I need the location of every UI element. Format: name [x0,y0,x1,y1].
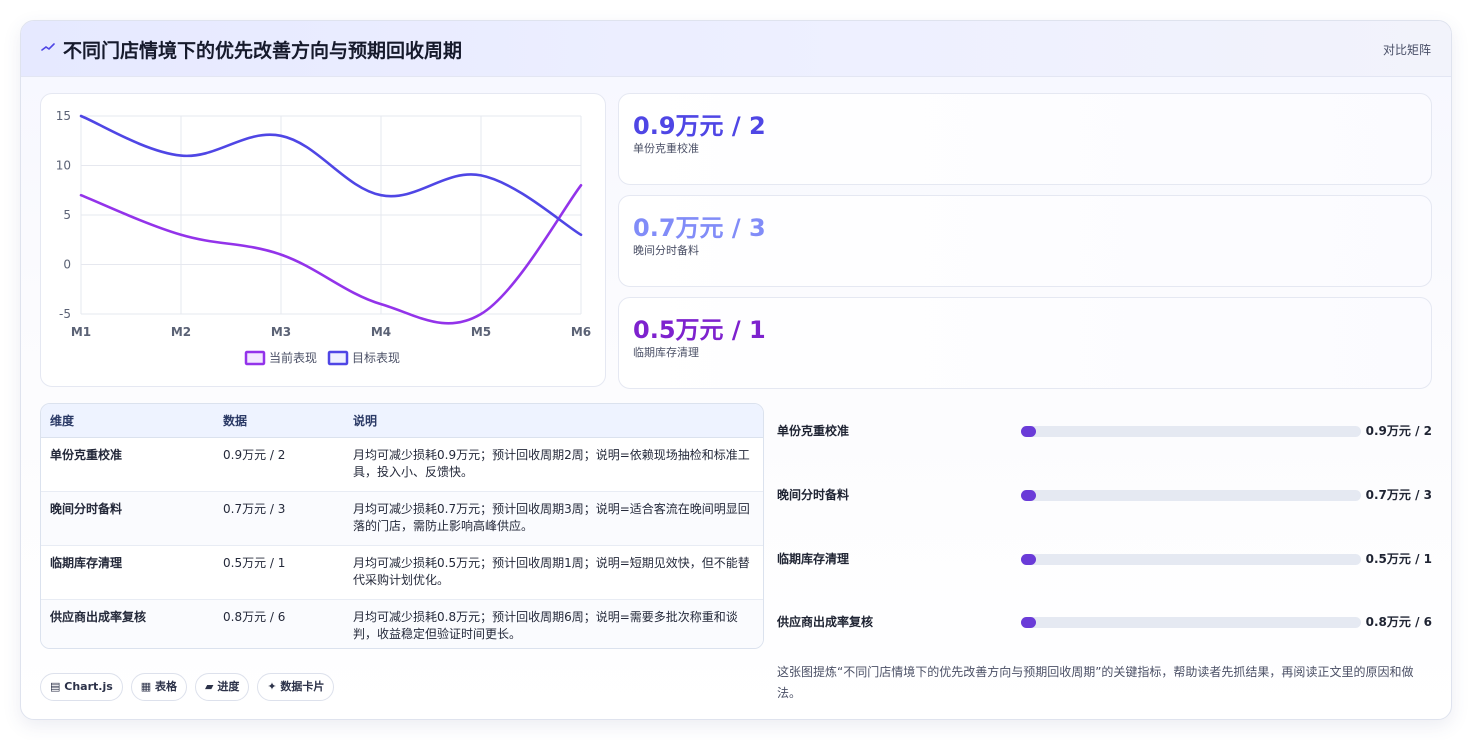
tag-label: 进度 [217,680,240,693]
kpi-value: 0.9万元 / 2 [633,112,766,140]
tag-data-cards[interactable]: ✦ 数据卡片 [257,673,335,701]
progress-track [1021,426,1361,437]
x-tick-label: M5 [471,325,491,339]
cell-description: 月均可减少损耗0.5万元；预计回收周期1周；说明=短期见效快，但不能替代采购计划… [344,545,763,600]
kpi-value: 0.7万元 / 3 [633,214,766,242]
column-header-description: 说明 [344,404,763,438]
cell-data: 0.8万元 / 6 [223,609,286,624]
cell-data: 0.7万元 / 3 [214,491,344,546]
progress-row-supplier-yield: 供应商出成率复核 0.8万元 / 6 [777,611,1432,631]
legend-label: 当前表现 [269,350,317,365]
data-table: 维度 数据 说明 单份克重校准 0.9万元 / 2 月均可减少损耗0.9万元；预… [41,404,763,648]
kpi-label: 临期库存清理 [633,346,699,359]
cell-dimension: 临期库存清理 [41,545,214,600]
page-title: 不同门店情境下的优先改善方向与预期回收周期 [63,40,463,62]
kpi-card-expiring-stock: 0.5万元 / 1 临期库存清理 [618,297,1432,389]
column-header-dimension: 维度 [41,404,214,438]
column-header-data: 数据 [214,404,344,438]
panel-header: 不同门店情境下的优先改善方向与预期回收周期 对比矩阵 [21,21,1451,77]
kpi-label: 单份克重校准 [633,142,699,155]
progress-track [1021,617,1361,628]
y-tick-label: 0 [63,258,71,272]
cell-dimension: 单份克重校准 [41,437,214,492]
cell-dimension: 晚间分时备料 [41,491,214,546]
progress-fill [1021,617,1037,628]
progress-row-evening-prep: 晚间分时备料 0.7万元 / 3 [777,484,1432,504]
legend-swatch [327,350,349,366]
progress-value: 0.5万元 / 1 [1365,552,1432,566]
kpi-label: 晚间分时备料 [633,244,699,257]
tag-chartjs[interactable]: ▤ Chart.js [40,673,123,701]
table-row: 临期库存清理 0.5万元 / 1 月均可减少损耗0.5万元；预计回收周期1周；说… [41,545,763,600]
progress-row-expiring-stock: 临期库存清理 0.5万元 / 1 [777,548,1432,568]
table-icon: ▦ [140,680,152,693]
progress-value: 0.9万元 / 2 [1365,424,1432,438]
chart-icon: ▤ [50,680,61,693]
tag-label: Chart.js [64,680,113,693]
summary-text: 这张图提炼“不同门店情境下的优先改善方向与预期回收周期”的关键指标，帮助读者先抓… [777,665,1414,700]
y-tick-label: 10 [56,159,71,173]
progress-track [1021,554,1361,565]
table-row: 单份克重校准 0.9万元 / 2 月均可减少损耗0.9万元；预计回收周期2周；说… [41,437,763,492]
progress-value: 0.7万元 / 3 [1365,488,1432,502]
progress-icon: ▰ [205,680,214,693]
cell-dimension: 供应商出成率复核 [50,609,147,624]
x-tick-label: M1 [71,325,91,339]
kpi-card-evening-prep: 0.7万元 / 3 晚间分时备料 [618,195,1432,287]
cell-description: 月均可减少损耗0.9万元；预计回收周期2周；说明=依赖现场抽检和标准工具，投入小… [344,437,763,492]
x-tick-label: M4 [371,325,391,339]
sparkle-icon: ✦ [267,680,277,693]
x-tick-label: M2 [171,325,191,339]
y-tick-label: -5 [59,307,71,321]
trend-line-icon [41,43,55,51]
tag-progress[interactable]: ▰ 进度 [195,673,250,701]
tag-table[interactable]: ▦ 表格 [130,673,188,701]
y-tick-label: 5 [63,208,71,222]
progress-fill [1021,426,1037,437]
line-chart: 15 10 5 0 -5M1 M2 M3 M4 M5 M6 当前表现 目标表现 [56,109,591,366]
kpi-value: 0.5万元 / 1 [633,316,766,344]
progress-label: 供应商出成率复核 [777,615,874,629]
cell-description: 月均可减少损耗0.7万元；预计回收周期3周；说明=适合客流在晚间明显回落的门店，… [344,491,763,546]
data-table-container: 维度 数据 说明 单份克重校准 0.9万元 / 2 月均可减少损耗0.9万元；预… [40,403,764,649]
progress-fill [1021,554,1037,565]
progress-fill [1021,490,1037,501]
series-line-target [79,114,583,237]
tag-label: 表格 [155,680,178,693]
cell-data: 0.5万元 / 1 [214,545,344,600]
y-tick-label: 15 [56,109,71,123]
progress-label: 临期库存清理 [777,552,850,566]
progress-label: 晚间分时备料 [777,488,850,502]
series-line-current [79,184,583,325]
table-header-row: 维度 数据 说明 [41,404,763,438]
kpi-card-weight-calibration: 0.9万元 / 2 单份克重校准 [618,93,1432,185]
tag-list: ▤ Chart.js ▦ 表格 ▰ 进度 ✦ 数据卡片 [40,673,342,701]
legend-swatch [244,350,266,366]
tag-label: 数据卡片 [280,680,325,693]
progress-track [1021,490,1361,501]
cell-data: 0.9万元 / 2 [214,437,344,492]
cell-description: 月均可减少损耗0.8万元；预计回收周期6周；说明=需要多批次称重和谈判，收益稳定… [353,609,738,641]
table-row: 晚间分时备料 0.7万元 / 3 月均可减少损耗0.7万元；预计回收周期3周；说… [41,491,763,546]
x-tick-label: M3 [271,325,291,339]
dashboard-panel: 不同门店情境下的优先改善方向与预期回收周期 对比矩阵 15 10 5 0 -5 M1 M2 M… [20,20,1452,720]
compare-matrix-link[interactable]: 对比矩阵 [1383,41,1431,58]
x-tick-label: M6 [571,325,591,339]
progress-label: 单份克重校准 [777,424,850,438]
progress-value: 0.8万元 / 6 [1365,615,1432,629]
legend-label: 目标表现 [352,351,400,365]
table-row: 供应商出成率复核 0.8万元 / 6 月均可减少损耗0.8万元；预计回收周期6周… [41,599,763,648]
progress-row-weight-calibration: 单份克重校准 0.9万元 / 2 [777,420,1432,440]
line-chart-card: 15 10 5 0 -5 M1 M2 M3 M4 M5 M6 当前表现 目标表现 [40,93,606,387]
